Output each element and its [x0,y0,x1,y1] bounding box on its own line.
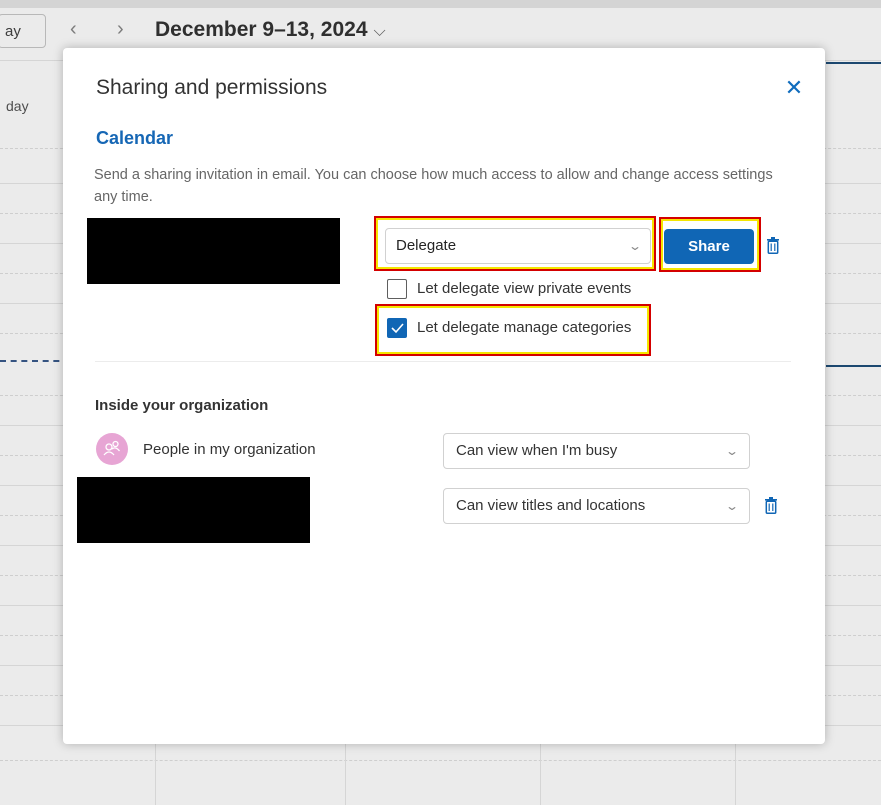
people-icon [103,440,121,456]
org-row-label: People in my organization [143,441,316,458]
redacted-recipient-field[interactable] [87,218,340,284]
sharing-permissions-dialog: Sharing and permissions ✕ Calendar Send … [63,48,825,744]
chevron-down-icon: ⌄ [724,444,740,458]
trash-icon[interactable] [764,497,778,514]
manage-categories-checkbox[interactable] [387,318,407,338]
share-button[interactable]: Share [664,229,754,264]
inside-org-title: Inside your organization [95,397,269,414]
person-permission-select[interactable]: Can view titles and locations ⌄ [443,488,750,524]
permission-select-value: Delegate [396,237,457,254]
trash-icon[interactable] [766,237,780,254]
checkbox-label: Let delegate view private events [417,280,632,297]
org-permission-select[interactable]: Can view when I'm busy ⌄ [443,433,750,469]
checkmark-icon [391,323,404,334]
permission-select[interactable]: Delegate ⌄ [385,228,651,264]
checkbox-label: Let delegate manage categories [417,319,632,336]
chevron-down-icon: ⌄ [724,499,740,513]
chevron-down-icon: ⌄ [627,239,643,253]
avatar [96,433,128,465]
divider [95,361,791,362]
view-private-events-checkbox[interactable] [387,279,407,299]
person-permission-value: Can view titles and locations [456,497,646,514]
sharing-description: Send a sharing invitation in email. You … [94,167,773,205]
section-title: Calendar [96,128,174,148]
redacted-person-name [77,477,310,543]
close-icon[interactable]: ✕ [781,76,807,102]
org-permission-value: Can view when I'm busy [456,442,618,459]
dialog-title: Sharing and permissions [96,76,328,99]
